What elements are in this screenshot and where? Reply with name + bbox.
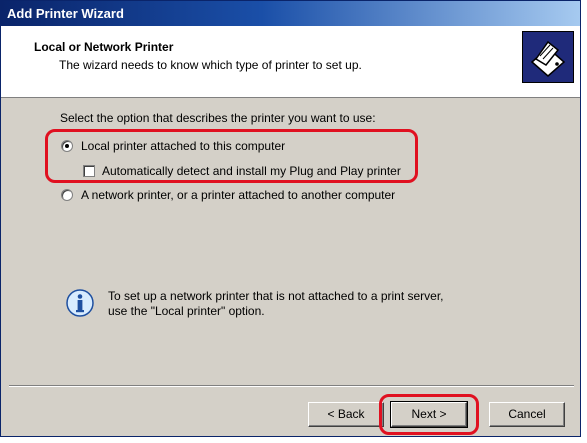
printer-icon	[522, 31, 574, 83]
window-title: Add Printer Wizard	[7, 6, 124, 21]
local-printer-label[interactable]: Local printer attached to this computer	[81, 139, 285, 153]
plug-and-play-checkbox[interactable]	[83, 165, 95, 177]
radio-selected-dot	[65, 144, 69, 148]
page-subtitle: The wizard needs to know which type of p…	[59, 58, 362, 72]
wizard-header: Local or Network Printer The wizard need…	[1, 26, 580, 98]
back-button[interactable]: < Back	[308, 402, 384, 427]
info-message: To set up a network printer that is not …	[108, 289, 444, 319]
info-line-1: To set up a network printer that is not …	[108, 289, 444, 303]
selection-prompt: Select the option that describes the pri…	[60, 111, 376, 125]
local-printer-radio[interactable]	[61, 140, 73, 152]
info-line-2: use the "Local printer" option.	[108, 304, 265, 318]
network-printer-radio[interactable]	[61, 189, 73, 201]
info-icon	[65, 288, 95, 318]
network-printer-label[interactable]: A network printer, or a printer attached…	[81, 188, 395, 202]
page-title: Local or Network Printer	[34, 40, 174, 54]
button-divider	[9, 385, 574, 387]
title-bar: Add Printer Wizard	[1, 1, 580, 26]
plug-and-play-label[interactable]: Automatically detect and install my Plug…	[102, 164, 401, 178]
add-printer-wizard-window: Add Printer Wizard Local or Network Prin…	[0, 0, 581, 437]
next-button[interactable]: Next >	[390, 401, 468, 428]
cancel-button[interactable]: Cancel	[489, 402, 565, 427]
